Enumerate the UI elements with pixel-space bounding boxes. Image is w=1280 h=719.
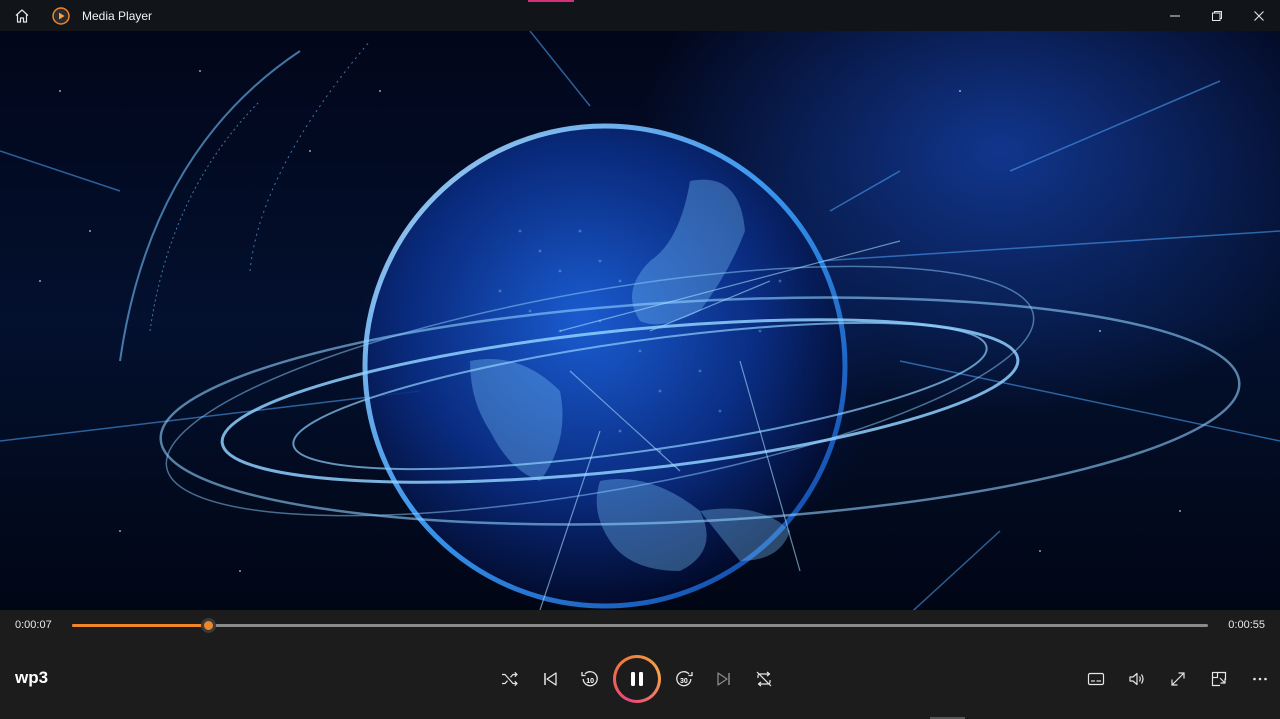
shuffle-icon: [502, 671, 518, 687]
volume-button[interactable]: [1116, 659, 1157, 699]
media-player-window: Media Player 0:00:07 0:00:55 wp3 10 30: [0, 0, 1280, 719]
skip-forward-30-icon: 30: [676, 671, 693, 687]
seek-bar[interactable]: [72, 618, 1208, 633]
volume-icon: [1128, 672, 1144, 686]
repeat-button[interactable]: [744, 659, 784, 699]
total-time: 0:00:55: [1228, 619, 1265, 631]
fullscreen-button[interactable]: [1157, 659, 1198, 699]
previous-icon: [544, 672, 557, 686]
mini-player-icon: [1211, 671, 1226, 687]
next-button[interactable]: [704, 659, 744, 699]
seek-bar-progress: [72, 624, 209, 627]
playback-controls-bar: 0:00:07 0:00:55 wp3 10 30: [0, 610, 1280, 719]
video-frame[interactable]: [0, 31, 1280, 610]
svg-text:10: 10: [586, 678, 594, 685]
seek-bar-thumb[interactable]: [201, 618, 217, 633]
captions-icon: [1087, 672, 1104, 686]
skip-back-10-icon: 10: [581, 671, 598, 687]
current-time: 0:00:07: [15, 619, 52, 631]
right-controls: [1075, 659, 1280, 699]
title-bar-accent: [528, 0, 574, 2]
repeat-icon: [756, 671, 772, 687]
more-options-button[interactable]: [1239, 659, 1280, 699]
skip-back-button[interactable]: 10: [570, 659, 610, 699]
fullscreen-icon: [1170, 672, 1185, 686]
more-options-icon: [1252, 677, 1267, 681]
app-title: Media Player: [82, 8, 153, 23]
skip-forward-button[interactable]: 30: [664, 659, 704, 699]
next-icon: [717, 672, 730, 686]
previous-button[interactable]: [530, 659, 570, 699]
restore-icon: [1212, 10, 1222, 21]
media-player-icon: [52, 0, 74, 31]
pause-button-inner: [616, 658, 658, 700]
minimize-button[interactable]: [1154, 0, 1196, 31]
minimize-icon: [1170, 15, 1180, 16]
title-bar: Media Player: [0, 0, 1280, 31]
restore-button[interactable]: [1196, 0, 1238, 31]
home-icon: [15, 8, 29, 23]
pause-icon: [631, 672, 643, 686]
svg-text:30: 30: [680, 678, 688, 685]
window-controls: [1154, 0, 1280, 31]
pause-button[interactable]: [613, 655, 661, 703]
video-globe-image: [0, 31, 1280, 610]
home-button[interactable]: [0, 0, 44, 31]
close-icon: [1254, 10, 1264, 21]
shuffle-button[interactable]: [490, 659, 530, 699]
captions-button[interactable]: [1075, 659, 1116, 699]
mini-player-button[interactable]: [1198, 659, 1239, 699]
close-button[interactable]: [1238, 0, 1280, 31]
center-controls: 10 30: [490, 654, 784, 704]
media-title: wp3: [15, 668, 49, 687]
